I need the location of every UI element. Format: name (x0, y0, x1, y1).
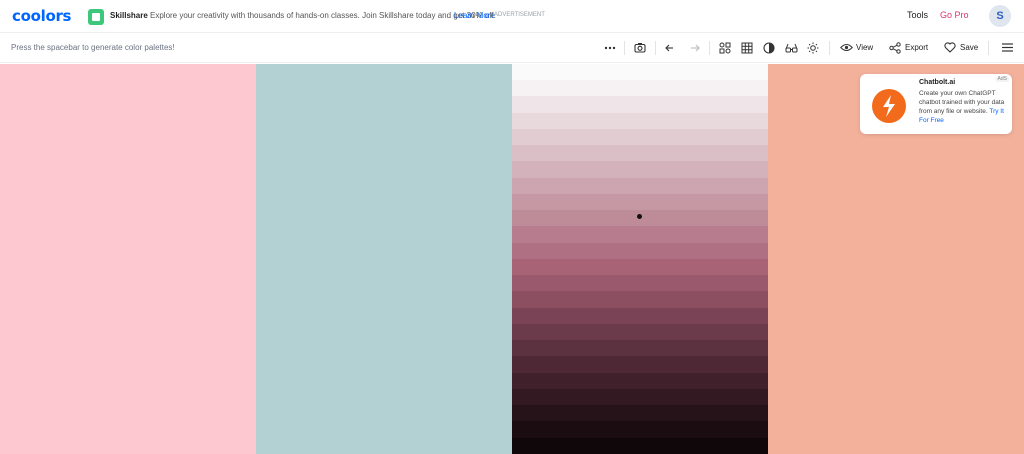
color-column-1[interactable] (0, 64, 256, 454)
save-button[interactable]: Save (960, 43, 978, 52)
eye-icon[interactable] (839, 41, 853, 54)
shade-swatch[interactable] (512, 356, 768, 374)
toolbar-divider (709, 41, 710, 55)
shade-swatch[interactable] (512, 307, 768, 325)
shade-selection-dot (637, 214, 642, 219)
top-header: coolors Skillshare Explore your creativi… (0, 0, 1024, 33)
spacebar-hint: Press the spacebar to generate color pal… (11, 43, 175, 52)
menu-icon[interactable] (1000, 41, 1014, 54)
ad-card-body: Create your own ChatGPT chatbot trained … (919, 89, 1007, 125)
toolbar-divider (624, 41, 625, 55)
shade-swatch[interactable] (512, 242, 768, 260)
toolbar-divider (829, 41, 830, 55)
shade-swatch[interactable] (512, 388, 768, 406)
shade-swatch[interactable] (512, 161, 768, 179)
shades-column[interactable] (512, 64, 768, 454)
shade-swatch[interactable] (512, 258, 768, 276)
shade-swatch[interactable] (512, 145, 768, 162)
shade-swatch[interactable] (512, 80, 768, 97)
shade-swatch[interactable] (512, 275, 768, 292)
grid-icon[interactable] (740, 41, 754, 54)
glasses-icon[interactable] (784, 41, 798, 54)
shade-swatch[interactable] (512, 340, 768, 358)
adjust-icon[interactable] (718, 41, 732, 54)
ad-badge: AdS (995, 76, 1009, 82)
tools-link[interactable]: Tools (907, 10, 928, 20)
heart-icon[interactable] (943, 41, 957, 54)
go-pro-link[interactable]: Go Pro (940, 10, 969, 20)
ad-text[interactable]: Explore your creativity with thousands o… (150, 11, 496, 20)
shade-swatch[interactable] (512, 177, 768, 195)
view-button[interactable]: View (856, 43, 873, 52)
shade-swatch[interactable] (512, 323, 768, 341)
undo-icon[interactable] (664, 41, 678, 54)
more-icon[interactable] (603, 41, 617, 54)
toolbar-divider (655, 41, 656, 55)
redo-icon[interactable] (687, 41, 701, 54)
coolors-logo[interactable]: coolors (12, 7, 71, 25)
export-button[interactable]: Export (905, 43, 928, 52)
shade-swatch[interactable] (512, 437, 768, 454)
shade-swatch[interactable] (512, 405, 768, 423)
shade-swatch[interactable] (512, 291, 768, 309)
camera-icon[interactable] (633, 41, 647, 54)
ad-card[interactable]: AdS Chatbolt.ai Create your own ChatGPT … (860, 74, 1012, 134)
toolbar: Press the spacebar to generate color pal… (0, 33, 1024, 63)
shade-swatch[interactable] (512, 112, 768, 130)
ad-brand[interactable]: Skillshare (110, 11, 148, 20)
skillshare-logo-icon[interactable] (88, 9, 104, 25)
chatbolt-logo-icon[interactable] (872, 89, 906, 123)
shade-swatch[interactable] (512, 372, 768, 390)
ad-card-title[interactable]: Chatbolt.ai (919, 79, 955, 86)
share-icon[interactable] (888, 41, 902, 54)
ad-learn-more-link[interactable]: Learn More (454, 11, 495, 20)
shade-swatch[interactable] (512, 193, 768, 211)
toolbar-divider (988, 41, 989, 55)
shade-swatch[interactable] (512, 128, 768, 146)
ad-tag: ADVERTISEMENT (494, 12, 545, 18)
avatar[interactable]: S (989, 5, 1011, 27)
contrast-icon[interactable] (762, 41, 776, 54)
shade-swatch[interactable] (512, 96, 768, 114)
shade-swatch[interactable] (512, 226, 768, 244)
brightness-icon[interactable] (806, 41, 820, 54)
color-column-2[interactable] (256, 64, 512, 454)
shade-swatch[interactable] (512, 421, 768, 439)
